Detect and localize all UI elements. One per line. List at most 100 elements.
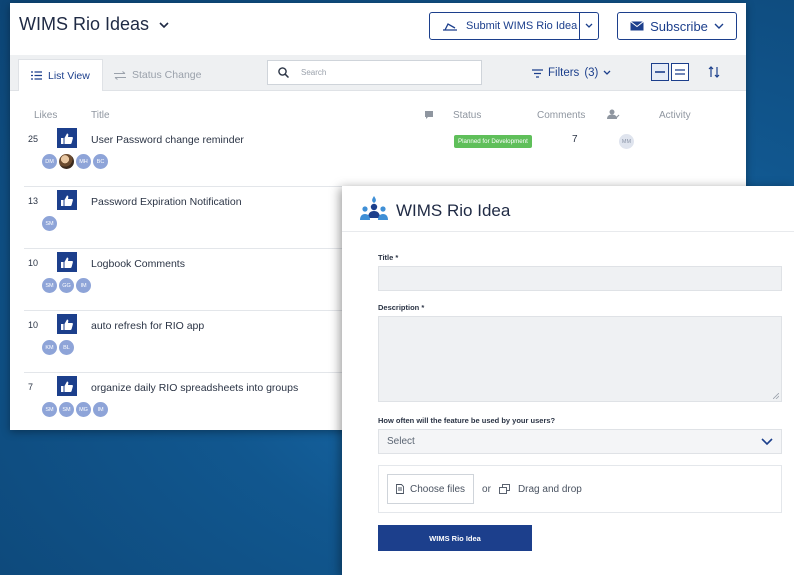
swap-arrows-icon [114, 70, 126, 80]
upvote-button[interactable] [57, 314, 77, 334]
assignee-avatar: MM [619, 134, 634, 149]
thumbs-up-icon [61, 195, 73, 206]
avatar: KM [42, 340, 57, 355]
page-title-text: WIMS Rio Ideas [19, 14, 150, 34]
like-count: 13 [28, 196, 39, 206]
chevron-down-icon [714, 23, 724, 29]
density-toggle [651, 63, 689, 81]
avatar-photo [59, 154, 74, 169]
upvote-button[interactable] [57, 190, 77, 210]
submit-idea-button[interactable]: Submit WIMS Rio Idea [430, 13, 580, 39]
description-field-label: Description * [378, 303, 425, 312]
search-placeholder: Search [301, 68, 327, 77]
avatar: IM [76, 278, 91, 293]
avatar: MH [76, 154, 91, 169]
copy-icon [498, 484, 510, 494]
avatar: SM [42, 402, 57, 417]
title-field[interactable] [378, 266, 782, 291]
frequency-field-label: How often will the feature be used by yo… [378, 416, 556, 425]
submit-idea-form-button[interactable]: WIMS Rio Idea [378, 525, 532, 551]
idea-title[interactable]: Password Expiration Notification [91, 196, 242, 208]
avatar: BC [93, 154, 108, 169]
ideas-header: WIMS Rio Ideas Submit WIMS Rio Idea Subs… [10, 3, 746, 49]
choose-files-label: Choose files [410, 483, 466, 495]
tab-status-change-label: Status Change [132, 69, 202, 81]
voter-avatars: SM [42, 216, 57, 231]
like-count: 10 [28, 320, 39, 330]
avatar: MG [76, 402, 91, 417]
frequency-select[interactable]: Select [378, 429, 782, 454]
status-badge: Planned for Development [454, 135, 532, 148]
idea-title[interactable]: auto refresh for RIO app [91, 320, 204, 332]
upvote-button[interactable] [57, 252, 77, 272]
tab-list-view[interactable]: List View [18, 59, 103, 91]
file-icon [396, 484, 404, 494]
avatar: SM [42, 216, 57, 231]
chevron-down-icon [603, 70, 611, 75]
like-count: 7 [28, 382, 34, 392]
comment-count: 7 [572, 134, 578, 145]
submit-idea-dropdown[interactable] [580, 23, 598, 29]
expanded-view-button[interactable] [671, 63, 689, 81]
filters-count: (3) [584, 67, 599, 79]
megaphone-icon [443, 23, 457, 31]
sort-icon[interactable] [708, 66, 720, 78]
like-count: 25 [28, 134, 39, 144]
submit-idea-form-label: WIMS Rio Idea [429, 533, 481, 543]
list-icon [31, 71, 42, 80]
avatar: DM [42, 154, 57, 169]
chevron-down-icon [159, 22, 169, 29]
thumbs-up-icon [61, 381, 73, 392]
file-dropzone[interactable]: Choose files or Drag and drop [378, 465, 782, 513]
thumbs-up-icon [61, 257, 73, 268]
voter-avatars: DM MH BC [42, 154, 108, 169]
drag-drop-label: Drag and drop [517, 483, 582, 495]
form-header: WIMS Rio Idea [342, 186, 794, 232]
avatar: BL [59, 340, 74, 355]
description-field[interactable] [378, 316, 782, 402]
subscribe-label: Subscribe [650, 18, 708, 34]
column-activity[interactable]: Activity [659, 110, 691, 121]
idea-title[interactable]: User Password change reminder [91, 134, 244, 146]
double-line-icon [675, 69, 685, 75]
submit-idea-label: Submit WIMS Rio Idea [466, 20, 578, 32]
comment-icon [425, 111, 433, 119]
or-text: or [482, 483, 491, 495]
community-logo-icon [360, 196, 388, 220]
upvote-button[interactable] [57, 128, 77, 148]
thumbs-up-icon [61, 319, 73, 330]
chevron-down-icon [761, 437, 773, 445]
upvote-button[interactable] [57, 376, 77, 396]
filters-label: Filters [548, 67, 580, 79]
filters-button[interactable]: Filters (3) [532, 67, 611, 79]
title-field-label: Title * [378, 253, 399, 262]
table-row[interactable]: 25 User Password change reminder DM MH B… [24, 125, 720, 187]
thumbs-up-icon [61, 133, 73, 144]
resize-handle-icon[interactable] [773, 393, 779, 399]
tab-list-view-label: List View [48, 69, 90, 82]
assignee-icon [607, 109, 620, 119]
avatar: SM [59, 402, 74, 417]
voter-avatars: SM GG IM [42, 278, 91, 293]
ideas-toolbar: List View Status Change Search Filters (… [10, 55, 746, 91]
column-status[interactable]: Status [453, 110, 481, 121]
avatar: IM [93, 402, 108, 417]
idea-form-panel: WIMS Rio Idea Title * Description * How … [342, 186, 794, 575]
avatar: GG [59, 278, 74, 293]
search-icon [278, 67, 289, 78]
like-count: 10 [28, 258, 39, 268]
idea-title[interactable]: Logbook Comments [91, 258, 185, 270]
choose-files-button[interactable]: Choose files [387, 474, 475, 504]
column-title[interactable]: Title [91, 110, 110, 121]
frequency-select-value: Select [387, 436, 415, 447]
voter-avatars: SM SM MG IM [42, 402, 108, 417]
search-input[interactable]: Search [267, 60, 482, 85]
compact-view-button[interactable] [651, 63, 669, 81]
idea-title[interactable]: organize daily RIO spreadsheets into gro… [91, 382, 298, 394]
page-title[interactable]: WIMS Rio Ideas [19, 14, 170, 35]
subscribe-button[interactable]: Subscribe [617, 12, 737, 40]
column-comments[interactable]: Comments [537, 110, 585, 121]
tab-status-change[interactable]: Status Change [102, 59, 213, 91]
mail-icon [630, 21, 644, 31]
avatar: SM [42, 278, 57, 293]
